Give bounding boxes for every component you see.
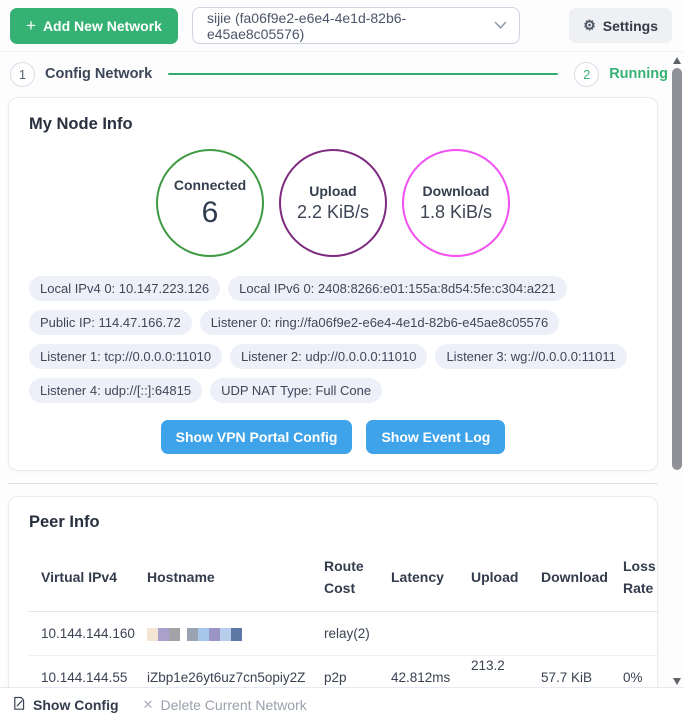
col-loss-rate: Loss Rate — [611, 544, 659, 612]
peer-upload — [459, 612, 529, 656]
close-icon: ✕ — [143, 697, 154, 713]
tag-udp-nat-type: UDP NAT Type: Full Cone — [210, 378, 382, 403]
download-value: 1.8 KiB/s — [420, 202, 492, 223]
bottom-statusbar: Show Config ✕ Delete Current Network — [0, 687, 684, 721]
node-info-tags: Local IPv4 0: 10.147.223.126 Local IPv6 … — [29, 276, 637, 403]
show-event-log-button[interactable]: Show Event Log — [366, 420, 505, 454]
peer-route-cost: p2p — [312, 656, 379, 687]
peer-virtual-ipv4: 10.144.144.160 — [29, 612, 135, 656]
scroll-down-arrow-icon[interactable] — [673, 678, 681, 685]
connected-label: Connected — [174, 177, 246, 193]
settings-button[interactable]: ⚙︎ Settings — [569, 8, 672, 43]
peer-hostname-redacted — [135, 612, 312, 656]
settings-label: Settings — [603, 18, 658, 34]
peer-info-title: Peer Info — [29, 513, 637, 532]
tag-local-ipv4: Local IPv4 0: 10.147.223.126 — [29, 276, 220, 301]
stepper: 1 Config Network 2 Running — [10, 61, 668, 87]
peer-virtual-ipv4: 10.144.144.55 — [29, 656, 135, 687]
peer-upload: 213.2 — [459, 656, 529, 687]
peer-info-card: Peer Info Virtual IPv4 Hostname Route Co… — [8, 496, 658, 687]
peer-latency — [379, 612, 459, 656]
add-new-network-button[interactable]: + Add New Network — [10, 8, 178, 44]
delete-current-network-button[interactable]: ✕ Delete Current Network — [143, 697, 307, 713]
upload-stat-ring: Upload 2.2 KiB/s — [279, 149, 387, 257]
show-config-label: Show Config — [33, 697, 119, 713]
delete-network-label: Delete Current Network — [160, 697, 306, 713]
node-stat-rings: Connected 6 Upload 2.2 KiB/s Download 1.… — [29, 149, 637, 257]
peer-loss-rate — [611, 612, 659, 656]
chevron-down-icon — [494, 21, 507, 30]
network-select-value: sijie (fa06f9e2-e6e4-4e1d-82b6-e45ae8c05… — [207, 10, 486, 42]
step-1-circle: 1 — [10, 62, 35, 87]
connected-value: 6 — [202, 196, 219, 230]
col-upload: Upload — [459, 544, 529, 612]
tag-public-ip: Public IP: 114.47.166.72 — [29, 310, 192, 335]
scrollbar-thumb[interactable] — [672, 68, 682, 470]
col-latency: Latency — [379, 544, 459, 612]
step-2-number: 2 — [583, 67, 590, 82]
peer-table: Virtual IPv4 Hostname Route Cost Latency… — [29, 544, 659, 687]
section-divider — [8, 483, 658, 484]
vertical-scrollbar[interactable] — [670, 54, 683, 701]
tag-listener-0: Listener 0: ring://fa06f9e2-e6e4-4e1d-82… — [200, 310, 560, 335]
peer-download: 57.7 KiB — [529, 656, 611, 687]
stepper-connector-line — [168, 73, 558, 75]
step-2-circle: 2 — [574, 62, 599, 87]
peer-hostname: iZbp1e26yt6uz7cn5opiy2Z — [135, 656, 312, 687]
peer-loss-rate: 0% — [611, 656, 659, 687]
plus-icon: + — [26, 17, 36, 34]
peer-table-row: 10.144.144.55 iZbp1e26yt6uz7cn5opiy2Z p2… — [29, 656, 659, 687]
main-content: 1 Config Network 2 Running My Node Info … — [0, 52, 684, 687]
upload-label: Upload — [309, 183, 356, 199]
step-1-label: Config Network — [45, 66, 152, 82]
connected-stat-ring: Connected 6 — [156, 149, 264, 257]
upload-value: 2.2 KiB/s — [297, 202, 369, 223]
tag-listener-2: Listener 2: udp://0.0.0.0:11010 — [230, 344, 427, 369]
col-route-cost: Route Cost — [312, 544, 379, 612]
peer-table-row: 10.144.144.160 relay(2) — [29, 612, 659, 656]
tag-listener-4: Listener 4: udp://[::]:64815 — [29, 378, 202, 403]
document-edit-icon — [12, 696, 26, 714]
gear-icon: ⚙︎ — [583, 17, 596, 34]
my-node-info-card: My Node Info Connected 6 Upload 2.2 KiB/… — [8, 97, 658, 471]
app-window: + Add New Network sijie (fa06f9e2-e6e4-4… — [0, 0, 684, 721]
top-toolbar: + Add New Network sijie (fa06f9e2-e6e4-4… — [0, 0, 684, 52]
add-new-network-label: Add New Network — [43, 18, 162, 34]
show-config-button[interactable]: Show Config — [12, 696, 119, 714]
col-hostname: Hostname — [135, 544, 312, 612]
tag-listener-3: Listener 3: wg://0.0.0.0:11011 — [435, 344, 626, 369]
node-info-title: My Node Info — [29, 115, 637, 134]
peer-route-cost: relay(2) — [312, 612, 379, 656]
peer-upload-value: 213.2 — [471, 658, 505, 673]
col-virtual-ipv4: Virtual IPv4 — [29, 544, 135, 612]
col-download: Download — [529, 544, 611, 612]
step-2-label: Running — [609, 66, 668, 82]
step-1-number: 1 — [19, 67, 26, 82]
node-action-buttons: Show VPN Portal Config Show Event Log — [29, 420, 637, 454]
scroll-up-arrow-icon[interactable] — [673, 57, 681, 64]
download-stat-ring: Download 1.8 KiB/s — [402, 149, 510, 257]
tag-local-ipv6: Local IPv6 0: 2408:8266:e01:155a:8d54:5f… — [228, 276, 567, 301]
download-label: Download — [423, 183, 490, 199]
peer-table-header-row: Virtual IPv4 Hostname Route Cost Latency… — [29, 544, 659, 612]
tag-listener-1: Listener 1: tcp://0.0.0.0:11010 — [29, 344, 222, 369]
network-select[interactable]: sijie (fa06f9e2-e6e4-4e1d-82b6-e45ae8c05… — [192, 7, 520, 44]
peer-latency: 42.812ms — [379, 656, 459, 687]
show-vpn-portal-config-button[interactable]: Show VPN Portal Config — [161, 420, 353, 454]
peer-download — [529, 612, 611, 656]
